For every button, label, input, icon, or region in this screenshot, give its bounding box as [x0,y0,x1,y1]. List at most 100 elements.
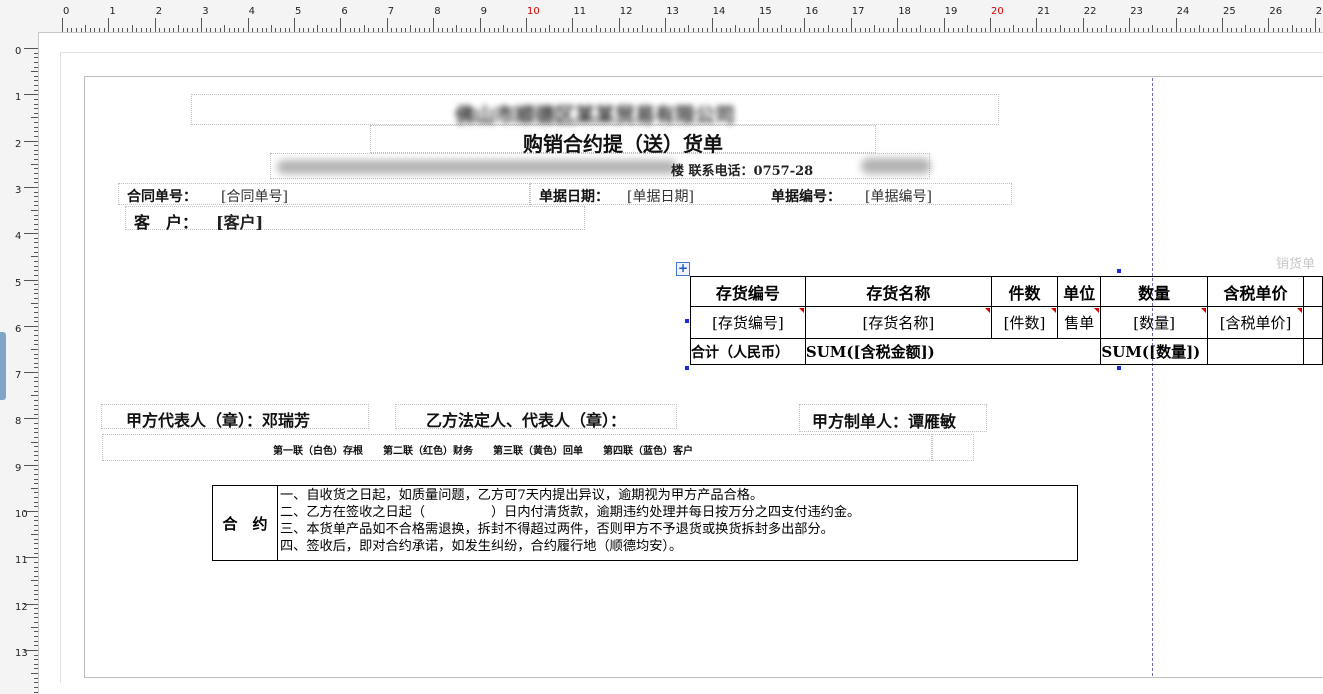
col-header-name[interactable]: 存货名称 [804,276,992,307]
ruler-tick [31,673,38,675]
ruler-tick [270,25,272,32]
ruler-tick [34,636,38,637]
contract-no-box[interactable]: 合同单号： [合同单号] [118,183,530,205]
ruler-tick [34,631,38,633]
col-header-price[interactable]: 含税单价 [1206,276,1305,307]
ruler-tick [252,28,254,32]
party-a-box[interactable]: 甲方代表人（章）：邓瑞芳 [101,404,369,430]
contract-terms[interactable]: 一、自收货之日起，如质量问题，乙方可7天内提出异议，逾期视为甲方产品合格。 二、… [277,485,1078,561]
ruler-tick [34,358,38,360]
ruler-tick [117,28,119,32]
ruler-tick [1115,28,1117,32]
ruler-tick [488,28,490,32]
ruler-tick [34,469,38,471]
items-table[interactable]: 存货编号 存货名称 件数 单位 数量 含税单价 [存货编号] [存货名称] [件… [690,276,1323,365]
col-header-unit[interactable]: 单位 [1057,276,1102,307]
ruler-tick [730,28,732,32]
ruler-tick [461,28,463,32]
cell-overflow[interactable] [1303,306,1323,339]
total-overflow-cell[interactable] [1303,338,1323,365]
ruler-tick [34,617,38,619]
ruler-number: 18 [898,6,911,17]
ruler-tick [1300,28,1302,32]
selection-handle[interactable] [685,319,689,323]
ruler-tick [1208,28,1210,32]
total-label[interactable]: 合计（人民币） [690,338,806,365]
doc-date-box[interactable]: 单据日期： [单据日期] 单据编号： [单据编号] [530,183,1012,205]
cell-name[interactable]: [存货名称] [804,306,992,339]
address-box[interactable]: 楼 联系电话：0757-28 [270,153,931,179]
ruler-tick [89,28,91,32]
ruler-tick [34,154,38,156]
ruler-tick [711,18,713,32]
ruler-tick [878,28,880,32]
total-qty[interactable]: SUM([数量]) [1100,338,1208,365]
side-panel-tab[interactable] [0,332,6,400]
selection-handle[interactable] [1117,269,1121,273]
contract-label[interactable]: 合 约 [212,485,278,561]
ruler-tick [447,28,449,32]
cell-price[interactable]: [含税单价] [1206,306,1305,339]
ruler-tick [34,85,38,87]
company-name-box[interactable]: 佛山市顺德区某某贸易有限公司 [191,94,999,127]
ruler-tick [892,28,894,32]
customer-box[interactable]: 客 户： [客户] [125,206,585,232]
ruler-tick [1235,28,1237,32]
ruler-tick [34,409,38,411]
ruler-tick [34,57,38,59]
ruler-tick [1157,28,1159,32]
ruler-tick [145,28,147,32]
col-header-code[interactable]: 存货编号 [690,276,806,307]
ruler-tick [321,28,323,32]
ruler-tick [31,210,38,212]
ruler-tick [31,117,38,119]
table-header-row: 存货编号 存货名称 件数 单位 数量 含税单价 [690,276,1323,307]
ruler-tick [224,25,226,32]
cell-unit[interactable]: 售单 [1057,306,1102,339]
col-header-qty[interactable]: 数量 [1100,276,1208,307]
selection-handle[interactable] [685,366,689,370]
cell-pieces[interactable]: [件数] [990,306,1059,339]
ruler-tick [34,677,38,679]
ruler-tick [595,25,597,32]
col-header-overflow[interactable] [1303,276,1323,307]
title-box[interactable]: 购销合约提（送）货单 [370,125,876,156]
ruler-tick [567,28,569,32]
ruler-tick [34,284,38,286]
ruler-tick [655,28,657,32]
page-edge-line [1152,78,1153,676]
ruler-tick [34,126,38,128]
party-b-box[interactable]: 乙方法定人、代表人（章）： [395,404,677,430]
ruler-tick [34,552,38,554]
total-empty-cell[interactable] [1206,338,1305,365]
cell-code[interactable]: [存货编号] [690,306,806,339]
ruler-tick [1259,28,1261,32]
total-amount[interactable]: SUM([含税金额]) [804,338,1102,365]
copies-text: 第一联（白色）存根 第二联（红色）财务 第三联（黄色）回单 第四联（蓝色）客户 [273,446,693,457]
ruler-tick [474,28,476,32]
ruler-tick [544,28,546,32]
ruler-tick [957,28,959,32]
ruler-tick [785,28,787,32]
ruler-number: 3 [15,184,22,196]
ruler-tick [34,316,38,318]
copies-box[interactable]: 第一联（白色）存根 第二联（红色）财务 第三联（黄色）回单 第四联（蓝色）客户 [102,434,932,461]
ruler-tick [1087,28,1089,32]
cell-qty[interactable]: [数量] [1100,306,1208,339]
ruler-tick [1161,28,1163,32]
ruler-tick [1143,28,1145,32]
ruler-tick [34,223,38,225]
ruler-tick [1078,28,1080,32]
ruler-tick [1041,28,1043,32]
ruler-tick [1003,28,1005,32]
contract-table[interactable]: 合 约 一、自收货之日起，如质量问题，乙方可7天内提出异议，逾期视为甲方产品合格… [212,485,1078,561]
col-header-pieces[interactable]: 件数 [990,276,1059,307]
selection-handle[interactable] [1117,366,1121,370]
maker-box[interactable]: 甲方制单人：谭雁敏 [799,404,987,432]
contract-no-label: 合同单号： [127,189,197,205]
table-move-icon[interactable]: + [676,262,690,276]
ruler-tick [34,483,38,485]
ruler-tick [985,28,987,32]
ruler-tick [34,344,38,346]
copies-extra-box[interactable] [932,434,974,461]
